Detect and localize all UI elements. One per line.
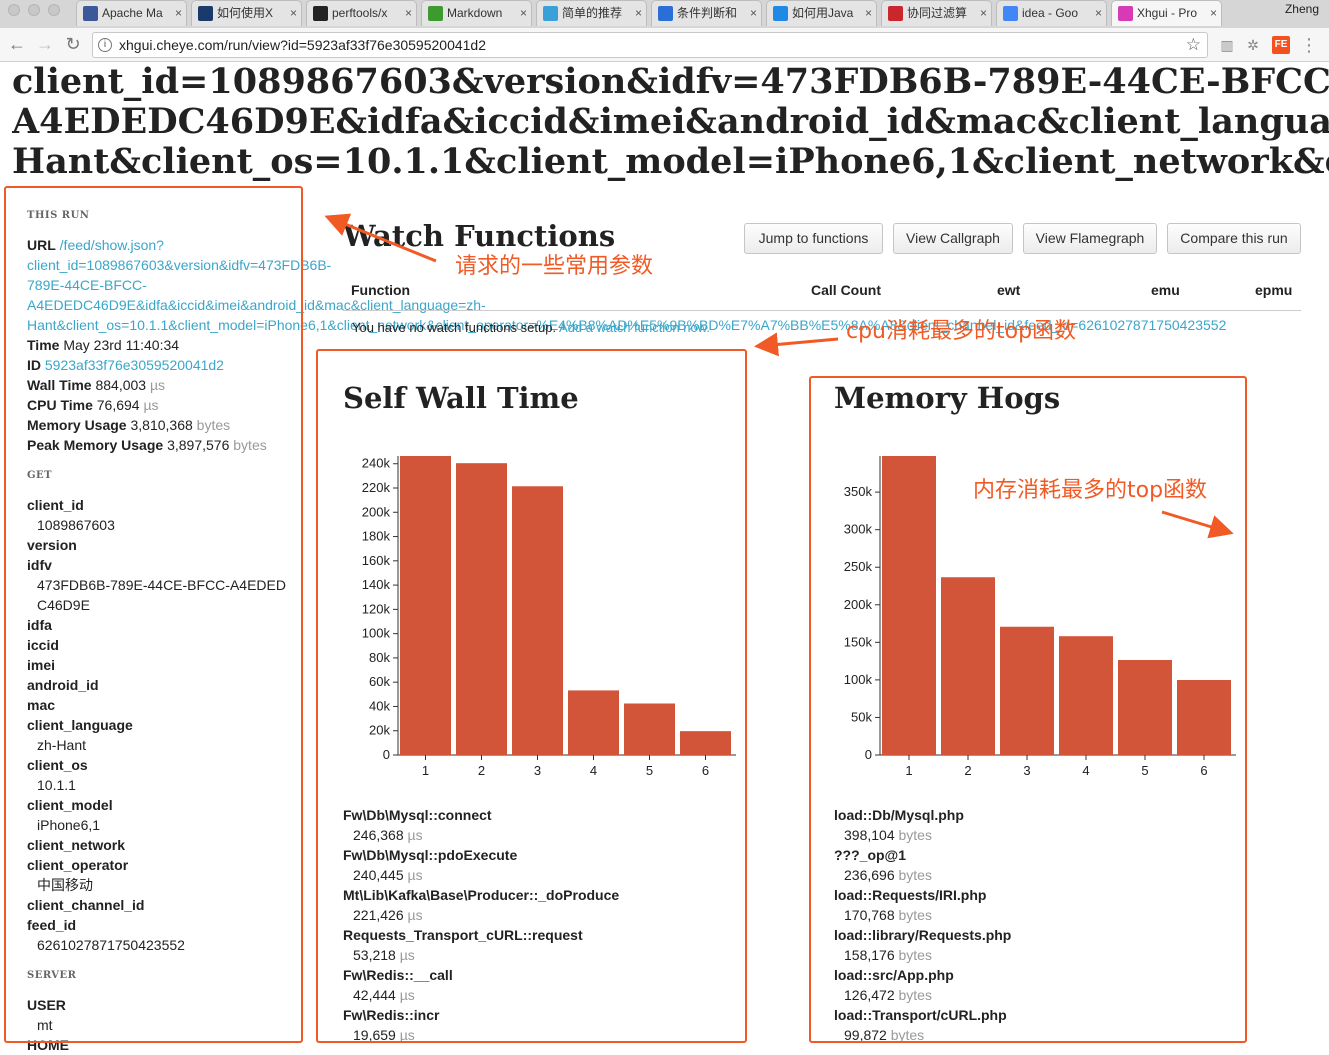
jump-to-functions-button[interactable]: Jump to functions — [744, 223, 883, 254]
add-watch-function-link[interactable]: Add a watch function now. — [559, 320, 710, 335]
browser-tab[interactable]: 如何使用X × — [191, 0, 302, 26]
address-url[interactable]: xhgui.cheye.com/run/view?id=5923af33f76e… — [119, 33, 486, 57]
maximize-window-icon[interactable] — [48, 4, 60, 16]
tab-label: Markdown — [447, 6, 503, 20]
profile-name[interactable]: Zheng — [1285, 0, 1319, 18]
c-icon — [888, 6, 903, 21]
view-flamegraph-button[interactable]: View Flamegraph — [1023, 223, 1157, 254]
tab-strip: Apache Ma × 如何使用X × perftools/x × Markdown × 简单的… — [0, 0, 1329, 28]
address-bar[interactable]: i xhgui.cheye.com/run/view?id=5923af33f7… — [92, 32, 1208, 58]
feather-icon — [83, 6, 98, 21]
extension-gear-icon[interactable]: ✲ — [1244, 36, 1262, 54]
tab-label: Apache Ma — [102, 6, 163, 20]
tab-close-icon[interactable]: × — [635, 1, 642, 25]
cpu-highlight-box — [316, 349, 747, 1043]
browser-tab[interactable]: 简单的推荐 × — [536, 0, 647, 26]
fe-extension-icon[interactable]: FE — [1272, 36, 1290, 54]
info-icon[interactable]: i — [98, 38, 112, 52]
page-title-line: client_id=1089867603&version&idfv=473FDB… — [12, 62, 1329, 102]
tab-label: perftools/x — [332, 6, 388, 20]
back-icon[interactable]: ← — [6, 33, 28, 55]
browser-menu-icon[interactable]: ⋮ — [1300, 36, 1318, 54]
browser-tab[interactable]: idea - Goo × — [996, 0, 1107, 26]
github-icon — [313, 6, 328, 21]
empty-text: You have no watch functions setup. — [352, 320, 557, 335]
memory-highlight-box — [809, 376, 1247, 1043]
rocket-icon — [658, 6, 673, 21]
table-divider — [343, 310, 1301, 311]
reader-icon[interactable]: ▥ — [1218, 36, 1236, 54]
tab-label: 简单的推荐 — [562, 6, 623, 20]
browser-toolbar: ← → ↻ i xhgui.cheye.com/run/view?id=5923… — [0, 28, 1329, 62]
no-watch-functions-message: You have no watch functions setup. Add a… — [352, 320, 710, 336]
tab-close-icon[interactable]: × — [865, 1, 872, 25]
m-icon — [1118, 6, 1133, 21]
compare-run-button[interactable]: Compare this run — [1167, 223, 1301, 254]
minimize-window-icon[interactable] — [28, 4, 40, 16]
zhihu-icon — [773, 6, 788, 21]
browser-tab[interactable]: perftools/x × — [306, 0, 417, 26]
tab-close-icon[interactable]: × — [405, 1, 412, 25]
column-emu: emu — [1151, 282, 1180, 298]
params-highlight-box — [4, 186, 303, 1043]
tab-close-icon[interactable]: × — [1210, 1, 1217, 25]
tab-close-icon[interactable]: × — [175, 1, 182, 25]
view-callgraph-button[interactable]: View Callgraph — [893, 223, 1013, 254]
column-call-count: Call Count — [811, 282, 881, 298]
tab-label: 如何用Java — [792, 6, 854, 20]
browser-tab[interactable]: 如何用Java × — [766, 0, 877, 26]
tab-label: Xhgui - Pro — [1137, 6, 1198, 20]
bookmark-star-icon[interactable]: ☆ — [1186, 33, 1201, 57]
browser-tab[interactable]: Apache Ma × — [76, 0, 187, 26]
tab-label: 如何使用X — [217, 6, 274, 20]
tab-close-icon[interactable]: × — [290, 1, 297, 25]
jb-icon — [198, 6, 213, 21]
params-annotation: 请求的一些常用参数 — [455, 254, 654, 279]
column-epmu: epmu — [1255, 282, 1293, 298]
browser-tab[interactable]: Xhgui - Pro × — [1111, 0, 1222, 26]
tab-close-icon[interactable]: × — [750, 1, 757, 25]
cpu-annotation: cpu消耗最多的top函数 — [846, 319, 1077, 344]
tab-label: idea - Goo — [1022, 6, 1079, 20]
watch-functions-title: Watch Functions — [343, 219, 616, 253]
forward-icon[interactable]: → — [34, 33, 56, 55]
column-ewt: ewt — [997, 282, 1021, 298]
browser-tab[interactable]: 条件判断和 × — [651, 0, 762, 26]
number-3-icon — [543, 6, 558, 21]
tab-label: 协同过滤算 — [907, 6, 968, 20]
browser-tab[interactable]: Markdown × — [421, 0, 532, 26]
google-icon — [1003, 6, 1018, 21]
sf-icon — [428, 6, 443, 21]
tab-label: 条件判断和 — [677, 6, 738, 20]
close-window-icon[interactable] — [8, 4, 20, 16]
memory-annotation: 内存消耗最多的top函数 — [973, 478, 1208, 503]
page-title: client_id=1089867603&version&idfv=473FDB… — [12, 62, 1329, 182]
cpu-arrow — [754, 332, 839, 357]
tab-close-icon[interactable]: × — [980, 1, 987, 25]
reload-icon[interactable]: ↻ — [62, 33, 84, 55]
page-title-line: Hant&client_os=10.1.1&client_model=iPhon… — [12, 141, 1329, 182]
page-title-line: A4EDEDC46D9E&idfa&iccid&imei&android_id&… — [12, 101, 1329, 142]
browser-tab[interactable]: 协同过滤算 × — [881, 0, 992, 26]
column-function: Function — [351, 282, 411, 298]
tab-close-icon[interactable]: × — [520, 1, 527, 25]
tab-close-icon[interactable]: × — [1095, 1, 1102, 25]
